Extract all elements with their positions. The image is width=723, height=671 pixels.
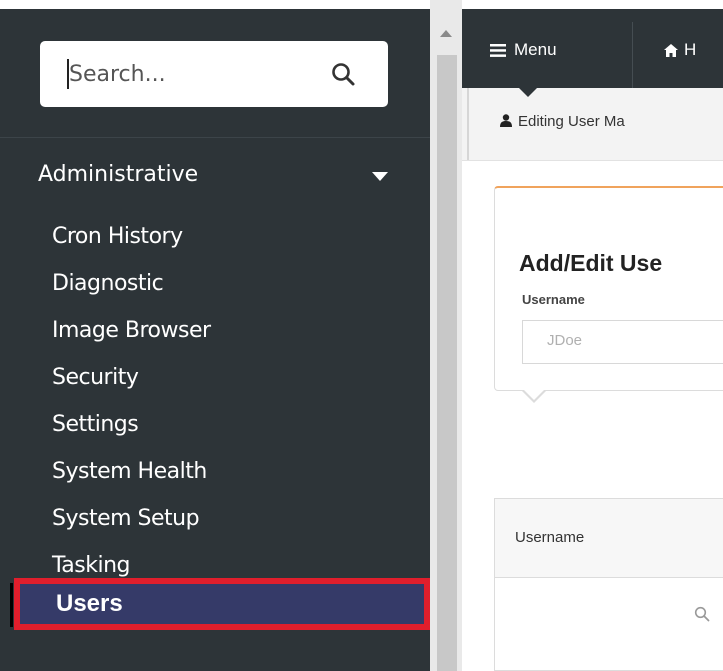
- sidebar-item-label: System Health: [52, 459, 207, 484]
- search-input[interactable]: [67, 57, 331, 91]
- sidebar-item-label: Security: [52, 365, 139, 390]
- nav-section-label: Administrative: [38, 162, 199, 187]
- users-table: Username: [494, 498, 723, 671]
- sidebar-search-area: [0, 9, 430, 138]
- username-field[interactable]: [522, 320, 723, 364]
- username-input[interactable]: [545, 331, 723, 350]
- top-navbar: Menu H: [462, 0, 723, 88]
- sidebar-item-label: System Setup: [52, 506, 200, 531]
- sidebar-item-image-browser[interactable]: Image Browser: [0, 307, 430, 354]
- breadcrumb-label: Editing User Ma: [518, 113, 625, 130]
- menu-button[interactable]: Menu: [490, 40, 557, 60]
- caret-down-icon: [372, 172, 388, 181]
- sidebar: Administrative Cron History Diagnostic I…: [0, 0, 430, 671]
- menu-label: Menu: [514, 40, 557, 59]
- home-button[interactable]: H: [664, 40, 696, 60]
- sidebar-item-settings[interactable]: Settings: [0, 401, 430, 448]
- sidebar-item-system-setup[interactable]: System Setup: [0, 495, 430, 542]
- form-title: Add/Edit Use: [519, 250, 663, 276]
- scroll-up-arrow-icon[interactable]: [440, 30, 452, 37]
- user-icon: [500, 114, 512, 127]
- table-header: Username: [495, 499, 723, 578]
- menu-pointer-arrow: [518, 87, 538, 97]
- home-icon: [664, 44, 678, 58]
- top-border: [462, 0, 723, 9]
- bars-icon: [490, 44, 506, 57]
- sidebar-top-border: [0, 0, 430, 9]
- sidebar-item-users[interactable]: Users: [14, 578, 430, 630]
- card-pointer-inner: [523, 389, 545, 400]
- search-icon[interactable]: [694, 606, 710, 622]
- user-form-card: Add/Edit Use Username: [494, 186, 723, 391]
- home-label: H: [684, 40, 697, 59]
- sidebar-item-system-health[interactable]: System Health: [0, 448, 430, 495]
- username-label: Username: [522, 292, 585, 307]
- text-caret: [67, 59, 69, 89]
- sidebar-item-label: Image Browser: [52, 318, 211, 343]
- nav-section-administrative[interactable]: Administrative: [38, 162, 388, 202]
- main-content: Menu H Editing User Ma Add/Edit Use User…: [462, 0, 723, 671]
- navbar-divider: [632, 22, 633, 88]
- sidebar-item-label: Diagnostic: [52, 271, 164, 296]
- sidebar-item-security[interactable]: Security: [0, 354, 430, 401]
- search-icon[interactable]: [330, 61, 356, 87]
- column-header-username[interactable]: Username: [515, 529, 584, 546]
- scrollbar-thumb[interactable]: [437, 55, 457, 671]
- breadcrumb-item[interactable]: Editing User Ma: [500, 113, 625, 130]
- nav-list: Cron History Diagnostic Image Browser Se…: [0, 213, 430, 589]
- sidebar-item-diagnostic[interactable]: Diagnostic: [0, 260, 430, 307]
- sidebar-item-label: Settings: [52, 412, 139, 437]
- sidebar-item-cron-history[interactable]: Cron History: [0, 213, 430, 260]
- sidebar-scrollbar[interactable]: [430, 0, 462, 671]
- breadcrumb: Editing User Ma: [462, 87, 723, 161]
- active-indicator: [10, 583, 13, 627]
- search-box[interactable]: [40, 41, 388, 107]
- sidebar-item-label: Users: [56, 590, 123, 617]
- breadcrumb-edge: [467, 88, 469, 160]
- sidebar-item-label: Tasking: [52, 553, 131, 578]
- sidebar-item-label: Cron History: [52, 224, 183, 249]
